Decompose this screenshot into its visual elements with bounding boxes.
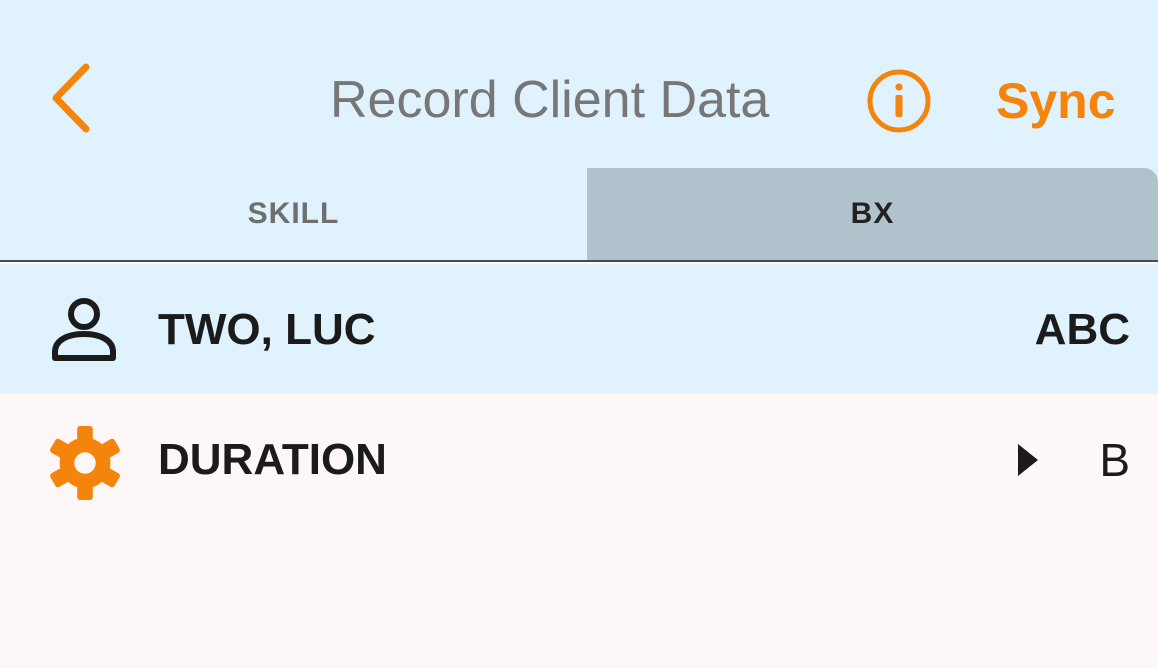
tab-bx[interactable]: BX	[587, 168, 1158, 260]
behavior-value: B	[1099, 434, 1130, 486]
play-triangle-icon[interactable]	[1014, 440, 1042, 480]
chevron-left-icon	[52, 63, 90, 133]
client-name: TWO, LUC	[158, 305, 376, 354]
info-button[interactable]	[864, 66, 934, 136]
client-code: ABC	[1034, 305, 1130, 354]
navigation-header: Record Client Data Sync	[0, 0, 1158, 168]
back-button[interactable]	[40, 58, 100, 138]
behavior-label: DURATION	[158, 435, 387, 484]
gear-icon	[50, 425, 120, 501]
page-title: Record Client Data	[330, 71, 770, 129]
tab-bar: SKILL BX	[0, 168, 1158, 262]
tab-skill[interactable]: SKILL	[0, 168, 587, 260]
sync-button[interactable]: Sync	[996, 70, 1116, 132]
info-circle-icon	[867, 69, 931, 133]
person-icon	[52, 298, 116, 361]
